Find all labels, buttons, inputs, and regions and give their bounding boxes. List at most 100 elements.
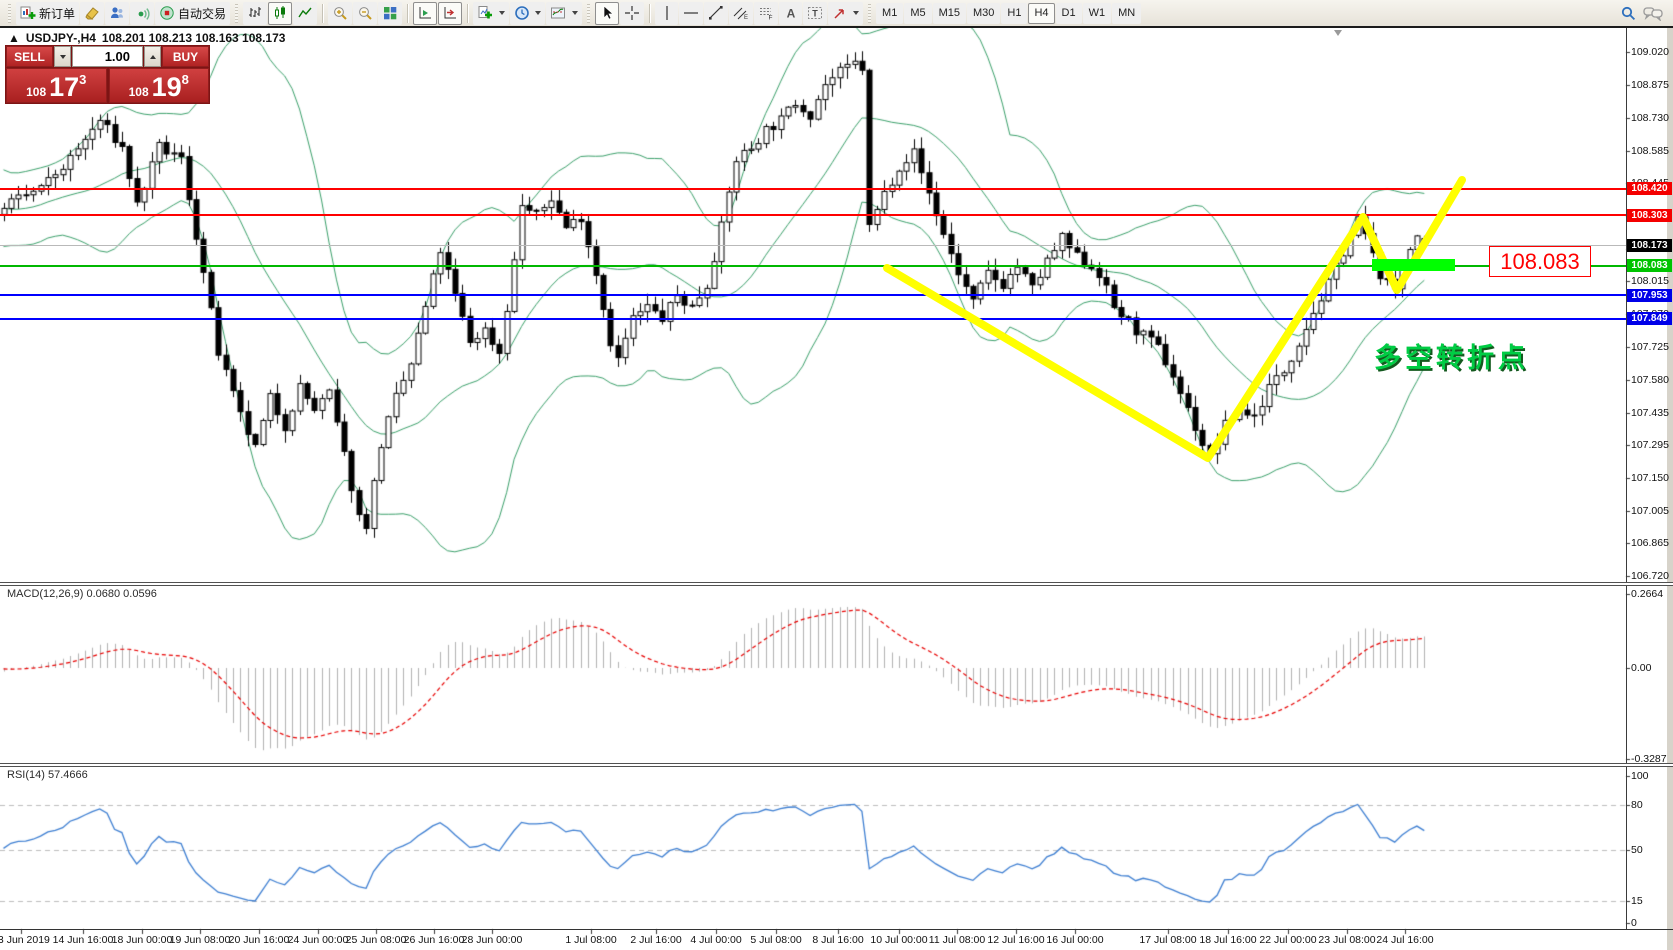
timeframe-button-h1[interactable]: H1 bbox=[1001, 3, 1027, 24]
chevron-up-icon bbox=[150, 55, 156, 59]
one-click-trade-panel: SELL BUY 108 17 3 108 19 8 bbox=[5, 45, 210, 104]
template-button[interactable] bbox=[546, 2, 582, 25]
candle-chart-button[interactable] bbox=[268, 2, 292, 25]
toolbar-grip[interactable] bbox=[868, 4, 871, 23]
time-axis-label: 12 Jul 16:00 bbox=[987, 934, 1044, 946]
volume-increase-button[interactable] bbox=[144, 46, 161, 67]
zoom-in-button[interactable] bbox=[328, 2, 352, 25]
candle-chart-icon bbox=[272, 5, 288, 21]
window-edge-strip bbox=[1667, 28, 1673, 950]
channel-tool-button[interactable]: E bbox=[729, 2, 753, 25]
community-button[interactable] bbox=[105, 2, 129, 25]
price-axis-tick: 107.295 bbox=[1631, 439, 1669, 451]
time-axis-label: 2 Jul 16:00 bbox=[630, 934, 681, 946]
label-tool-button[interactable]: T bbox=[803, 2, 827, 25]
styler-button[interactable] bbox=[80, 2, 104, 25]
green-highlight-bar[interactable] bbox=[1372, 259, 1455, 271]
sell-price-button[interactable]: 108 17 3 bbox=[6, 68, 107, 103]
toolbar-grip[interactable] bbox=[235, 4, 238, 23]
price-axis-tick: 107.725 bbox=[1631, 341, 1669, 353]
buy-button[interactable]: BUY bbox=[162, 46, 209, 67]
bar-chart-icon bbox=[247, 5, 263, 21]
bar-chart-button[interactable] bbox=[243, 2, 267, 25]
symbol-label: USDJPY-,H4 bbox=[26, 31, 96, 45]
time-axis-label: 4 Jul 00:00 bbox=[690, 934, 741, 946]
text-a-icon: A bbox=[784, 5, 798, 21]
cursor-button[interactable] bbox=[595, 2, 619, 25]
svg-text:A: A bbox=[786, 7, 795, 21]
zoom-out-button[interactable] bbox=[353, 2, 377, 25]
tile-windows-button[interactable] bbox=[378, 2, 402, 25]
time-axis-border bbox=[0, 929, 1673, 930]
rsi-axis-tick: 50 bbox=[1631, 844, 1643, 856]
autotrade-icon bbox=[159, 5, 175, 21]
price-callout-label[interactable]: 108.083 bbox=[1489, 246, 1591, 277]
toolbar-grip[interactable] bbox=[587, 4, 590, 23]
time-axis-label: 5 Jul 08:00 bbox=[750, 934, 801, 946]
timeframe-button-mn[interactable]: MN bbox=[1112, 3, 1141, 24]
svg-text:F: F bbox=[769, 15, 773, 22]
trendline-tool-button[interactable] bbox=[704, 2, 728, 25]
dropdown-arrow-icon bbox=[535, 11, 541, 15]
dropdown-arrow-icon bbox=[572, 11, 578, 15]
timeframe-button-h4[interactable]: H4 bbox=[1028, 3, 1054, 24]
time-axis-label: 28 Jun 00:00 bbox=[462, 934, 523, 946]
timeframe-button-m1[interactable]: M1 bbox=[876, 3, 903, 24]
rsi-axis-tick: 100 bbox=[1631, 770, 1649, 782]
sell-price-point: 3 bbox=[79, 73, 86, 86]
volume-decrease-button[interactable] bbox=[54, 46, 71, 67]
chat-icon[interactable] bbox=[1643, 5, 1663, 21]
auto-scroll-button[interactable] bbox=[413, 2, 437, 25]
volume-input[interactable] bbox=[72, 46, 143, 67]
chinese-note-label[interactable]: 多空转折点 bbox=[1374, 336, 1529, 375]
new-order-icon bbox=[20, 5, 36, 21]
sell-price-pips: 17 bbox=[49, 75, 79, 100]
crosshair-button[interactable] bbox=[620, 2, 644, 25]
toolbar-grip[interactable] bbox=[8, 4, 11, 23]
svg-text:E: E bbox=[744, 15, 748, 21]
timeframe-button-m5[interactable]: M5 bbox=[904, 3, 931, 24]
tile-windows-icon bbox=[382, 5, 398, 21]
time-axis-label: 24 Jun 00:00 bbox=[288, 934, 349, 946]
time-axis-label: 17 Jul 08:00 bbox=[1139, 934, 1196, 946]
line-chart-button[interactable] bbox=[293, 2, 317, 25]
timeframe-button-d1[interactable]: D1 bbox=[1056, 3, 1082, 24]
toolbar-separator bbox=[649, 4, 650, 23]
shapes-tool-button[interactable] bbox=[828, 2, 863, 25]
template-icon bbox=[550, 5, 567, 21]
collapse-icon[interactable]: ▲ bbox=[8, 31, 20, 45]
horizontal-line-tool-button[interactable] bbox=[679, 2, 703, 25]
signal-button[interactable] bbox=[130, 2, 154, 25]
fibonacci-tool-button[interactable]: F bbox=[754, 2, 778, 25]
add-indicator-icon bbox=[477, 5, 494, 21]
autotrade-button[interactable]: 自动交易 bbox=[155, 2, 230, 25]
timeframe-button-w1[interactable]: W1 bbox=[1083, 3, 1112, 24]
rsi-pane-separator[interactable] bbox=[0, 763, 1673, 767]
timeframe-button-m15[interactable]: M15 bbox=[933, 3, 966, 24]
eraser-icon bbox=[84, 5, 100, 21]
new-order-button[interactable]: 新订单 bbox=[16, 2, 79, 25]
price-axis-tick: 108.730 bbox=[1631, 112, 1669, 124]
text-tool-button[interactable]: A bbox=[779, 2, 802, 25]
price-axis-tick: 106.720 bbox=[1631, 570, 1669, 582]
yellow-trend-zigzag[interactable] bbox=[887, 180, 1462, 458]
period-button[interactable] bbox=[510, 2, 545, 25]
chart-shift-button[interactable] bbox=[438, 2, 462, 25]
cursor-icon bbox=[599, 5, 615, 21]
toolbar-separator bbox=[467, 4, 468, 23]
add-indicator-button[interactable] bbox=[473, 2, 509, 25]
timeframe-button-m30[interactable]: M30 bbox=[967, 3, 1000, 24]
buy-price-button[interactable]: 108 19 8 bbox=[109, 68, 210, 103]
autotrade-label: 自动交易 bbox=[178, 5, 226, 22]
time-axis-label: 8 Jul 16:00 bbox=[812, 934, 863, 946]
vertical-line-tool-button[interactable] bbox=[655, 2, 678, 25]
time-axis-label: 10 Jul 00:00 bbox=[870, 934, 927, 946]
search-icon[interactable] bbox=[1620, 5, 1637, 22]
macd-axis-tick: 0.00 bbox=[1631, 662, 1651, 674]
sell-button[interactable]: SELL bbox=[6, 46, 53, 67]
chart-shift-marker-icon[interactable] bbox=[1334, 30, 1342, 36]
time-axis-label: 16 Jul 00:00 bbox=[1046, 934, 1103, 946]
time-axis-label: 11 Jul 08:00 bbox=[929, 934, 985, 946]
price-level-badge: 107.953 bbox=[1627, 289, 1672, 302]
macd-pane-separator[interactable] bbox=[0, 582, 1673, 586]
